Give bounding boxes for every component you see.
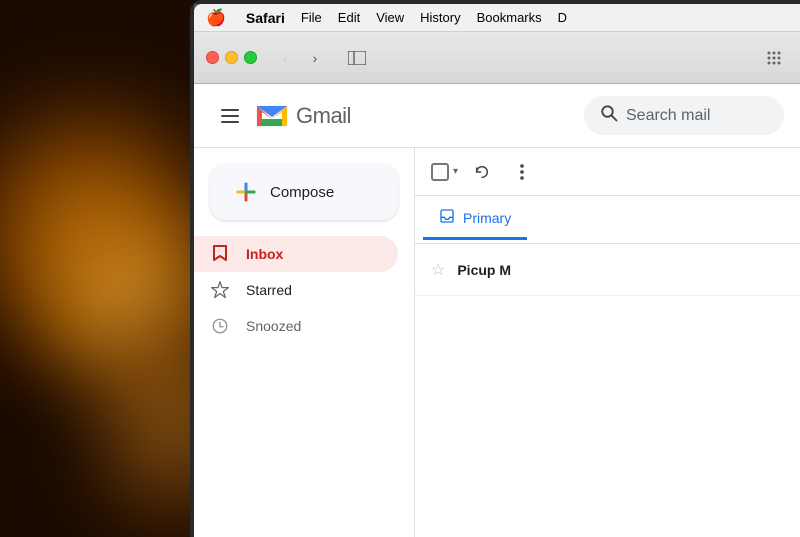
gmail-sidebar: Compose Inbox xyxy=(194,148,414,537)
inbox-label: Inbox xyxy=(246,246,283,262)
menubar-history[interactable]: History xyxy=(420,10,460,25)
sender-name: Picup M xyxy=(457,262,537,278)
gmail-wordmark: Gmail xyxy=(296,103,351,129)
search-placeholder-text: Search mail xyxy=(626,107,710,125)
traffic-lights xyxy=(206,51,257,64)
menubar-more[interactable]: D xyxy=(558,10,567,25)
gmail-header: Gmail Search mail xyxy=(194,84,800,148)
hamburger-line-1 xyxy=(221,109,239,111)
grid-icon xyxy=(766,50,782,66)
back-arrow-icon: ‹ xyxy=(283,50,288,66)
search-bar[interactable]: Search mail xyxy=(584,96,784,135)
menubar-file[interactable]: File xyxy=(301,10,322,25)
sidebar-item-inbox[interactable]: Inbox xyxy=(194,236,398,272)
snoozed-label: Snoozed xyxy=(246,318,301,334)
star-icon[interactable]: ☆ xyxy=(431,260,445,280)
compose-plus-icon xyxy=(234,180,258,204)
select-dropdown-arrow[interactable]: ▾ xyxy=(453,166,458,177)
more-options-button[interactable] xyxy=(506,156,538,188)
table-row[interactable]: ☆ Picup M xyxy=(415,244,800,296)
sidebar-toggle-button[interactable] xyxy=(341,47,373,69)
hamburger-line-2 xyxy=(221,115,239,117)
starred-icon xyxy=(210,280,230,300)
gmail-body: Compose Inbox xyxy=(194,148,800,537)
gmail-tabs: Primary xyxy=(415,196,800,244)
menubar-safari[interactable]: Safari xyxy=(246,10,285,26)
refresh-icon xyxy=(474,164,490,180)
starred-label: Starred xyxy=(246,282,292,298)
inbox-icon xyxy=(210,244,230,264)
mail-list: ☆ Picup M xyxy=(415,244,800,296)
compose-label: Compose xyxy=(270,184,334,201)
gmail-main: ▾ xyxy=(414,148,800,537)
gmail-toolbar: ▾ xyxy=(415,148,800,196)
safari-toolbar: ‹ › xyxy=(194,32,800,84)
close-button[interactable] xyxy=(206,51,219,64)
sidebar-item-snoozed[interactable]: Snoozed xyxy=(194,308,398,344)
refresh-button[interactable] xyxy=(466,156,498,188)
fullscreen-button[interactable] xyxy=(244,51,257,64)
sidebar-item-starred[interactable]: Starred xyxy=(194,272,398,308)
forward-arrow-icon: › xyxy=(313,50,318,66)
gmail-m-icon xyxy=(254,98,290,134)
gmail-area: Gmail Search mail xyxy=(194,84,800,537)
menubar: 🍎 Safari File Edit View History Bookmark… xyxy=(194,4,800,32)
tab-primary[interactable]: Primary xyxy=(423,200,527,240)
menubar-view[interactable]: View xyxy=(376,10,404,25)
screen-inner: 🍎 Safari File Edit View History Bookmark… xyxy=(194,4,800,537)
snoozed-icon xyxy=(210,316,230,336)
menubar-bookmarks[interactable]: Bookmarks xyxy=(477,10,542,25)
search-icon xyxy=(600,104,618,127)
nav-buttons: ‹ › xyxy=(271,47,329,69)
inbox-svg-icon xyxy=(211,244,229,264)
primary-tab-label: Primary xyxy=(463,210,511,226)
hamburger-menu-button[interactable] xyxy=(210,96,250,136)
minimize-button[interactable] xyxy=(225,51,238,64)
clock-svg-icon xyxy=(211,317,229,335)
menubar-edit[interactable]: Edit xyxy=(338,10,360,25)
primary-tab-icon xyxy=(439,208,455,229)
hamburger-line-3 xyxy=(221,121,239,123)
sidebar-toggle-icon xyxy=(348,51,366,65)
forward-button[interactable]: › xyxy=(301,47,329,69)
laptop-frame: 🍎 Safari File Edit View History Bookmark… xyxy=(0,0,800,537)
inbox-tab-svg xyxy=(439,208,455,224)
back-button[interactable]: ‹ xyxy=(271,47,299,69)
gmail-logo: Gmail xyxy=(254,98,351,134)
star-svg-icon xyxy=(210,280,230,300)
more-dots-icon xyxy=(520,163,524,181)
compose-button[interactable]: Compose xyxy=(210,164,398,220)
select-all-checkbox[interactable] xyxy=(431,163,449,181)
hamburger-icon xyxy=(221,109,239,123)
tab-grid-button[interactable] xyxy=(760,47,788,69)
apple-menu[interactable]: 🍎 xyxy=(206,8,226,28)
screen-bezel: 🍎 Safari File Edit View History Bookmark… xyxy=(190,0,800,537)
